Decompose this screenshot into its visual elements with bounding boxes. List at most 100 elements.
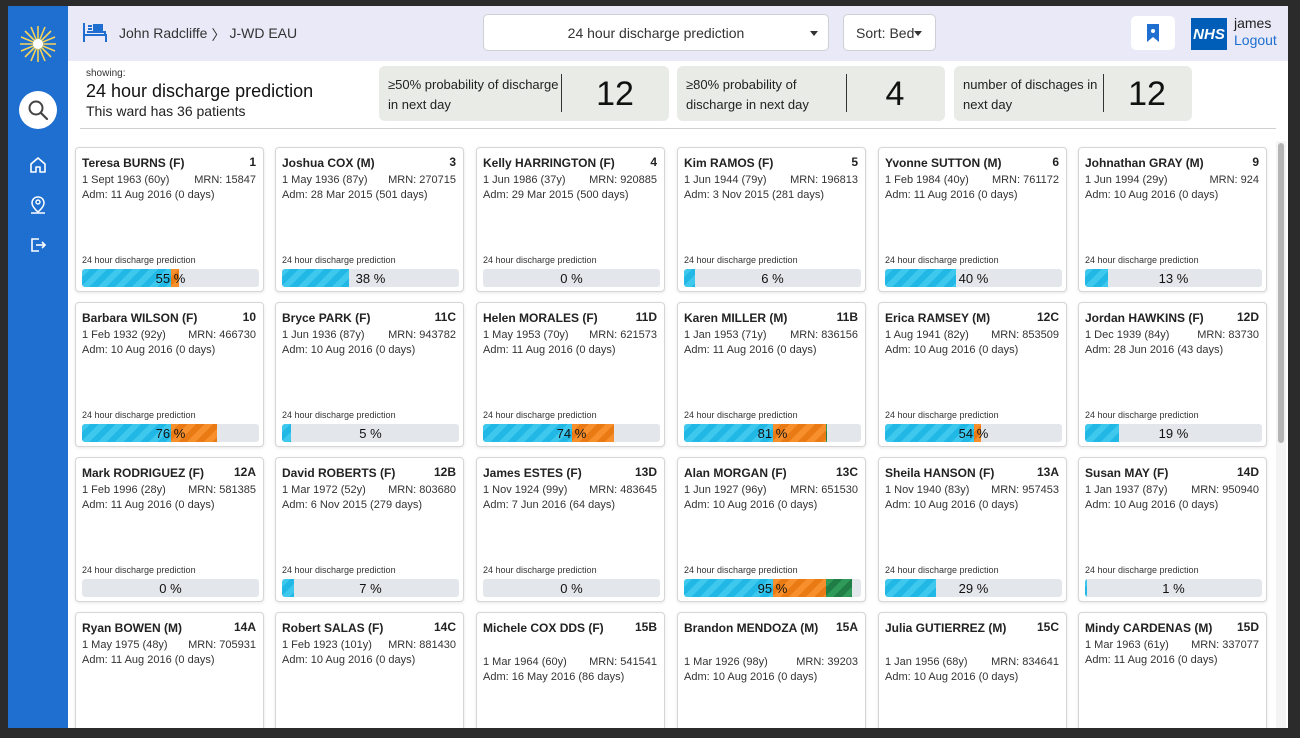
patient-card[interactable]: Jordan HAWKINS (F) 12D 1 Dec 1939 (84y) MRN… [1078,302,1267,447]
bed-number: 12B [433,465,456,479]
user-name: james [1234,15,1272,31]
prediction-percent: 1 % [1162,581,1185,596]
patient-card[interactable]: Ryan BOWEN (M) 14A 1 May 1975 (48y) MRN: 70… [75,612,264,728]
patient-card[interactable]: Susan MAY (F) 14D 1 Jan 1937 (87y) MRN: 950… [1078,457,1267,602]
patient-card[interactable]: Barbara WILSON (F) 10 1 Feb 1932 (92y) MRN:… [75,302,264,447]
admission-date: Adm: 10 Aug 2016 (0 days) [1085,499,1219,511]
patient-card[interactable]: David ROBERTS (F) 12B 1 Mar 1972 (52y) MRN:… [275,457,464,602]
patient-mrn: MRN: 581385 [188,484,256,496]
home-button[interactable] [24,151,52,179]
patient-dob: 1 May 1975 (48y) [82,639,168,651]
stat-label: number of dischages in next day [963,77,1098,112]
patient-card[interactable]: James ESTES (F) 13D 1 Nov 1924 (99y) MRN: 4… [476,457,665,602]
patient-dob: 1 Aug 1941 (82y) [885,329,969,341]
bookmark-button[interactable] [1131,16,1175,50]
discharge-prediction-bar: 19 % [1085,424,1262,442]
person-pin-icon [31,196,45,214]
ward-bed-icon [83,23,107,42]
patient-card[interactable]: Teresa BURNS (F) 1 1 Sept 1963 (60y) MRN: 1… [75,147,264,292]
scrollbar[interactable] [1276,141,1286,728]
patient-card[interactable]: Helen MORALES (F) 11D 1 May 1953 (70y) MRN:… [476,302,665,447]
patient-dob: 1 Feb 1984 (40y) [885,174,969,186]
patient-card[interactable]: Kelly HARRINGTON (F) 4 1 Jun 1986 (37y) MRN… [476,147,665,292]
prediction-percent: 13 % [1158,271,1189,286]
logout-side-button[interactable] [24,231,52,259]
stat-value: 12 [1128,75,1166,113]
admission-date: Adm: 11 Aug 2016 (0 days) [483,344,616,356]
stat-value: 4 [885,75,905,113]
patient-mrn: MRN: 957453 [991,484,1059,496]
view-select[interactable]: 24 hour discharge prediction [483,14,829,51]
patient-mrn: MRN: 836156 [790,329,858,341]
breadcrumb-hospital[interactable]: John Radcliffe [119,25,207,45]
prediction-label: 24 hour discharge prediction [885,255,999,265]
breadcrumb-ward[interactable]: J-WD EAU [229,25,297,45]
patient-card[interactable]: Brandon MENDOZA (M) 15A 1 Mar 1926 (98y) MR… [677,612,866,728]
patient-card[interactable]: Kim RAMOS (F) 5 1 Jun 1944 (79y) MRN: 19681… [677,147,866,292]
patient-mrn: MRN: 651530 [790,484,858,496]
patient-card[interactable]: Michele COX DDS (F) 15B 1 Mar 1964 (60y) MR… [476,612,665,728]
patient-card[interactable]: Yvonne SUTTON (M) 6 1 Feb 1984 (40y) MRN: 7… [878,147,1067,292]
admission-date: Adm: 11 Aug 2016 (0 days) [885,189,1018,201]
patient-dob: 1 Jan 1956 (68y) [885,656,968,668]
admission-date: Adm: 3 Nov 2015 (281 days) [684,189,825,201]
bed-number: 12D [1236,310,1259,324]
patient-card[interactable]: Erica RAMSEY (M) 12C 1 Aug 1941 (82y) MRN: … [878,302,1067,447]
search-button[interactable] [19,91,57,129]
admission-date: Adm: 11 Aug 2016 (0 days) [82,189,215,201]
logout-icon [31,238,47,252]
patient-name: Helen MORALES (F) [483,311,598,325]
patient-name: James ESTES (F) [483,466,582,480]
patient-dob: 1 Dec 1939 (84y) [1085,329,1170,341]
scrollbar-thumb[interactable] [1278,143,1284,443]
bed-number: 10 [242,310,256,324]
patient-card[interactable]: Mark RODRIGUEZ (F) 12A 1 Feb 1996 (28y) MRN… [75,457,264,602]
discharge-prediction-bar: 13 % [1085,269,1262,287]
patient-mrn: MRN: 270715 [388,174,456,186]
admission-date: Adm: 11 Aug 2016 (0 days) [82,499,215,511]
patient-card[interactable]: Alan MORGAN (F) 13C 1 Jun 1927 (96y) MRN: 6… [677,457,866,602]
bed-number: 12C [1036,310,1059,324]
search-icon [28,100,49,121]
logout-link[interactable]: Logout [1234,32,1277,48]
patient-mrn: MRN: 466730 [188,329,256,341]
bookmark-icon [1147,24,1159,42]
patient-card[interactable]: Bryce PARK (F) 11C 1 Jun 1936 (87y) MRN: 94… [275,302,464,447]
patient-mrn: MRN: 950940 [1191,484,1259,496]
prediction-percent: 0 % [159,581,182,596]
patient-card[interactable]: Joshua COX (M) 3 1 May 1936 (87y) MRN: 2707… [275,147,464,292]
view-select-value: 24 hour discharge prediction [567,24,745,41]
bed-number: 3 [449,155,456,169]
prediction-label: 24 hour discharge prediction [82,565,196,575]
patient-mrn: MRN: 196813 [790,174,858,186]
patient-mrn: MRN: 943782 [388,329,456,341]
patient-card[interactable]: Sheila HANSON (F) 13A 1 Nov 1940 (83y) MRN:… [878,457,1067,602]
admission-date: Adm: 10 Aug 2016 (0 days) [885,671,1019,683]
discharge-prediction-bar: 0 % [483,269,660,287]
prediction-percent: 55 % [155,271,186,286]
chevron-down-icon [810,31,818,36]
admission-date: Adm: 6 Nov 2015 (279 days) [282,499,423,511]
nhs-logo: NHS [1191,18,1227,50]
patient-mrn: MRN: 803680 [388,484,456,496]
patient-name: Ryan BOWEN (M) [82,621,182,635]
bed-number: 4 [650,155,657,169]
patient-mrn: MRN: 39203 [796,656,858,668]
discharge-prediction-bar: 0 % [483,579,660,597]
patient-card[interactable]: Robert SALAS (F) 14C 1 Feb 1923 (101y) MRN:… [275,612,464,728]
sort-select[interactable]: Sort: Bed [843,14,936,51]
patient-card[interactable]: Julia GUTIERREZ (M) 15C 1 Jan 1956 (68y) MR… [878,612,1067,728]
patient-card[interactable]: Karen MILLER (M) 11B 1 Jan 1953 (71y) MRN: … [677,302,866,447]
bed-number: 13D [634,465,657,479]
admission-date: Adm: 28 Mar 2015 (501 days) [282,189,428,201]
bed-number: 13A [1036,465,1059,479]
patient-card[interactable]: Mindy CARDENAS (M) 15D 1 Mar 1963 (61y) MRN… [1078,612,1267,728]
bed-number: 14A [233,620,256,634]
page-title: 24 hour discharge prediction [86,81,314,101]
patient-dob: 1 Mar 1964 (60y) [483,656,567,668]
patient-card[interactable]: Johnathan GRAY (M) 9 1 Jun 1994 (29y) MRN: … [1078,147,1267,292]
patient-mrn: MRN: 705931 [188,639,256,651]
discharge-prediction-bar: 40 % [885,269,1062,287]
patient-locate-button[interactable] [24,191,52,219]
prediction-label: 24 hour discharge prediction [282,410,396,420]
